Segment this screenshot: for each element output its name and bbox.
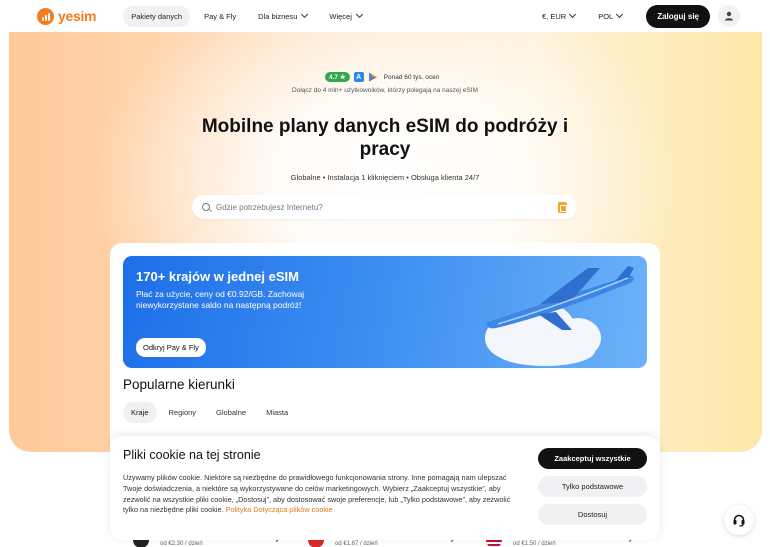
search-icon: [202, 203, 210, 211]
destination-price: od €2.30 / dzień: [160, 541, 203, 547]
destination-price: od €1.50 / dzień: [513, 541, 556, 547]
top-navigation-bar: yesim Pakiety danych Pay & Fly Dla bizne…: [0, 0, 770, 32]
pay-and-fly-banner[interactable]: 170+ krajów w jednej eSIM Płać za użycie…: [123, 256, 647, 368]
nav-item-data-packages[interactable]: Pakiety danych: [123, 5, 191, 27]
user-account-button[interactable]: [718, 5, 740, 27]
nav-item-for-business[interactable]: Dla biznesu: [250, 6, 315, 27]
cookie-consent-dialog: Pliki cookie na tej stronie Używamy plik…: [110, 436, 660, 540]
headset-icon: [733, 514, 745, 527]
nav-label: Pakiety danych: [131, 11, 183, 21]
app-rating: 4.7 ★ A Ponad 60 tys. ocen: [325, 72, 439, 82]
cookie-description: Używamy plików cookie. Niektóre są niezb…: [123, 473, 523, 516]
language-label: POL: [598, 11, 614, 21]
chevron-down-icon: [616, 10, 624, 19]
login-button[interactable]: Zaloguj się: [646, 4, 710, 28]
accept-all-button[interactable]: Zaakceptuj wszystkie: [538, 448, 647, 469]
logo-text: yesim: [58, 8, 97, 24]
language-selector[interactable]: POL: [598, 10, 624, 21]
tab-cities[interactable]: Miasta: [258, 402, 296, 423]
app-store-icon: A: [353, 72, 364, 82]
destination-price: od €1.87 / dzień: [335, 541, 378, 547]
banner-title: 170+ krajów w jednej eSIM: [136, 269, 299, 284]
tab-regions[interactable]: Regiony: [161, 402, 205, 423]
customize-button[interactable]: Dostosuj: [538, 504, 647, 525]
essential-only-button[interactable]: Tylko podstawowe: [538, 476, 647, 497]
header-actions: €, EUR POL Zaloguj się: [542, 4, 740, 28]
currency-selector[interactable]: €, EUR: [542, 10, 577, 21]
destination-tabs: Kraje Regiony Globalne Miasta: [123, 402, 296, 423]
chevron-down-icon: [355, 10, 363, 19]
tab-global[interactable]: Globalne: [208, 402, 254, 423]
chevron-down-icon: [569, 10, 577, 19]
nav-label: Dla biznesu: [258, 11, 298, 21]
nav-label: Więcej: [329, 11, 352, 21]
users-subtext: Dołącz do 4 mln+ użytkowników, którzy po…: [292, 87, 478, 94]
banner-text: Płać za użycie, ceny od €0.92/GB. Zachow…: [136, 289, 305, 310]
cookie-title: Pliki cookie na tej stronie: [123, 448, 261, 462]
main-nav: Pakiety danych Pay & Fly Dla biznesu Wię…: [123, 5, 370, 27]
support-chat-button[interactable]: [724, 505, 754, 535]
nav-item-pay-and-fly[interactable]: Pay & Fly: [196, 6, 244, 27]
nav-item-more[interactable]: Więcej: [321, 6, 370, 27]
currency-label: €, EUR: [542, 11, 567, 21]
tab-countries[interactable]: Kraje: [123, 402, 157, 423]
page-title: Mobilne plany danych eSIM do podróży i p…: [201, 116, 569, 160]
destination-search[interactable]: [192, 195, 577, 219]
rating-score: 4.7 ★: [325, 72, 350, 82]
signal-bars-icon: [37, 7, 54, 25]
search-input[interactable]: [216, 202, 558, 212]
nav-label: Pay & Fly: [204, 11, 237, 21]
yesim-logo[interactable]: yesim: [37, 7, 97, 25]
hero-features: Globalne • Instalacja 1 kliknięciem • Ob…: [290, 173, 480, 182]
popular-destinations-heading: Popularne kierunki: [123, 377, 235, 392]
user-icon: [725, 11, 733, 21]
chevron-down-icon: [301, 10, 309, 19]
discover-pay-and-fly-button[interactable]: Odkryj Pay & Fly: [136, 338, 206, 357]
google-play-icon: [368, 72, 377, 82]
rating-count: Ponad 60 tys. ocen: [383, 73, 440, 81]
cookie-policy-link[interactable]: Polityka Dotycząca plików cookie: [226, 505, 333, 514]
sim-card-icon[interactable]: [558, 201, 567, 213]
airplane-illustration: [486, 266, 634, 330]
